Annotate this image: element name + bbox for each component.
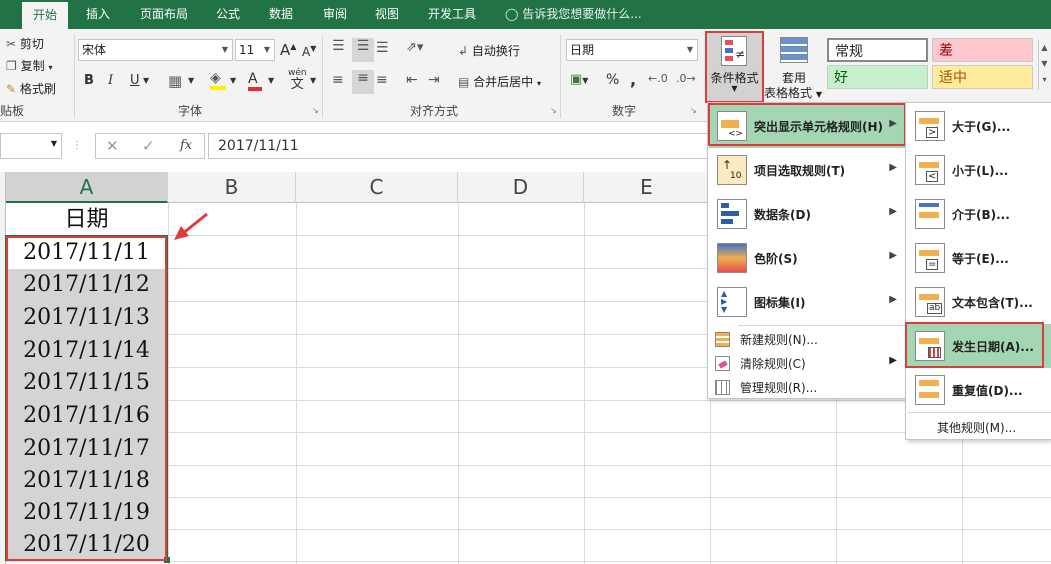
menu-icon-sets[interactable]: ▲ ▶ ▼ 图标集(I) ▶ xyxy=(709,280,905,324)
menu-label: 项目选取规则(T) xyxy=(754,164,846,178)
menu-divider xyxy=(907,412,1051,413)
submenu-label: 其他规则(M)... xyxy=(937,421,1017,435)
submenu-label: 文本包含(T)... xyxy=(952,296,1033,310)
menu-label: 清除规则(C) xyxy=(740,357,806,371)
menu-label: 新建规则(N)... xyxy=(740,333,818,347)
submenu-label: 重复值(D)... xyxy=(952,384,1023,398)
submenu-label: 介于(B)... xyxy=(952,208,1010,222)
chevron-right-icon: ▶ xyxy=(889,206,897,217)
text-contains-icon: ab xyxy=(915,287,945,317)
submenu-less-than[interactable]: < 小于(L)... xyxy=(907,148,1051,192)
color-scales-icon xyxy=(717,243,747,273)
duplicate-values-icon xyxy=(915,375,945,405)
chevron-right-icon: ▶ xyxy=(889,162,897,173)
conditional-formatting-menu: <> 突出显示单元格规则(H) ▶ ↑ 10 项目选取规则(T) ▶ 数据条(D)… xyxy=(707,102,907,399)
less-than-icon: < xyxy=(915,155,945,185)
menu-label: 色阶(S) xyxy=(754,252,798,266)
menu-top-bottom-rules[interactable]: ↑ 10 项目选取规则(T) ▶ xyxy=(709,148,905,192)
submenu-text-contains[interactable]: ab 文本包含(T)... xyxy=(907,280,1051,324)
submenu-label: 大于(G)... xyxy=(952,120,1011,134)
submenu-duplicate-values[interactable]: 重复值(D)... xyxy=(907,368,1051,412)
menu-new-rule[interactable]: 新建规则(N)... xyxy=(709,327,905,351)
chevron-right-icon: ▶ xyxy=(889,355,897,366)
new-rule-icon xyxy=(715,332,730,347)
menu-manage-rules[interactable]: 管理规则(R)... xyxy=(709,375,905,399)
menu-clear-rules[interactable]: 清除规则(C) ▶ xyxy=(709,351,905,375)
arrow-line xyxy=(181,212,208,236)
chevron-right-icon: ▶ xyxy=(889,294,897,305)
menu-color-scales[interactable]: 色阶(S) ▶ xyxy=(709,236,905,280)
submenu-label: 等于(E)... xyxy=(952,252,1009,266)
greater-than-icon: > xyxy=(915,111,945,141)
data-bars-icon xyxy=(717,199,747,229)
between-icon xyxy=(915,199,945,229)
manage-rules-icon xyxy=(715,380,730,395)
arrow-head xyxy=(174,226,189,240)
menu-label: 数据条(D) xyxy=(754,208,811,222)
chevron-right-icon: ▶ xyxy=(889,250,897,261)
menu-label: 图标集(I) xyxy=(754,296,806,310)
menu-label: 管理规则(R)... xyxy=(740,381,818,395)
submenu-more-rules[interactable]: 其他规则(M)... xyxy=(907,415,1051,439)
top-bottom-icon: ↑ 10 xyxy=(717,155,747,185)
submenu-between[interactable]: 介于(B)... xyxy=(907,192,1051,236)
menu-data-bars[interactable]: 数据条(D) ▶ xyxy=(709,192,905,236)
icon-sets-icon: ▲ ▶ ▼ xyxy=(717,287,747,317)
annotation-box xyxy=(708,103,906,146)
equal-to-icon: = xyxy=(915,243,945,273)
submenu-greater-than[interactable]: > 大于(G)... xyxy=(907,104,1051,148)
submenu-equal-to[interactable]: = 等于(E)... xyxy=(907,236,1051,280)
submenu-label: 小于(L)... xyxy=(952,164,1009,178)
menu-divider xyxy=(738,325,906,326)
annotation-box xyxy=(905,322,1044,368)
eraser-icon xyxy=(715,356,730,371)
highlight-rules-submenu: > 大于(G)... < 小于(L)... 介于(B)... = 等于(E)..… xyxy=(905,102,1051,440)
